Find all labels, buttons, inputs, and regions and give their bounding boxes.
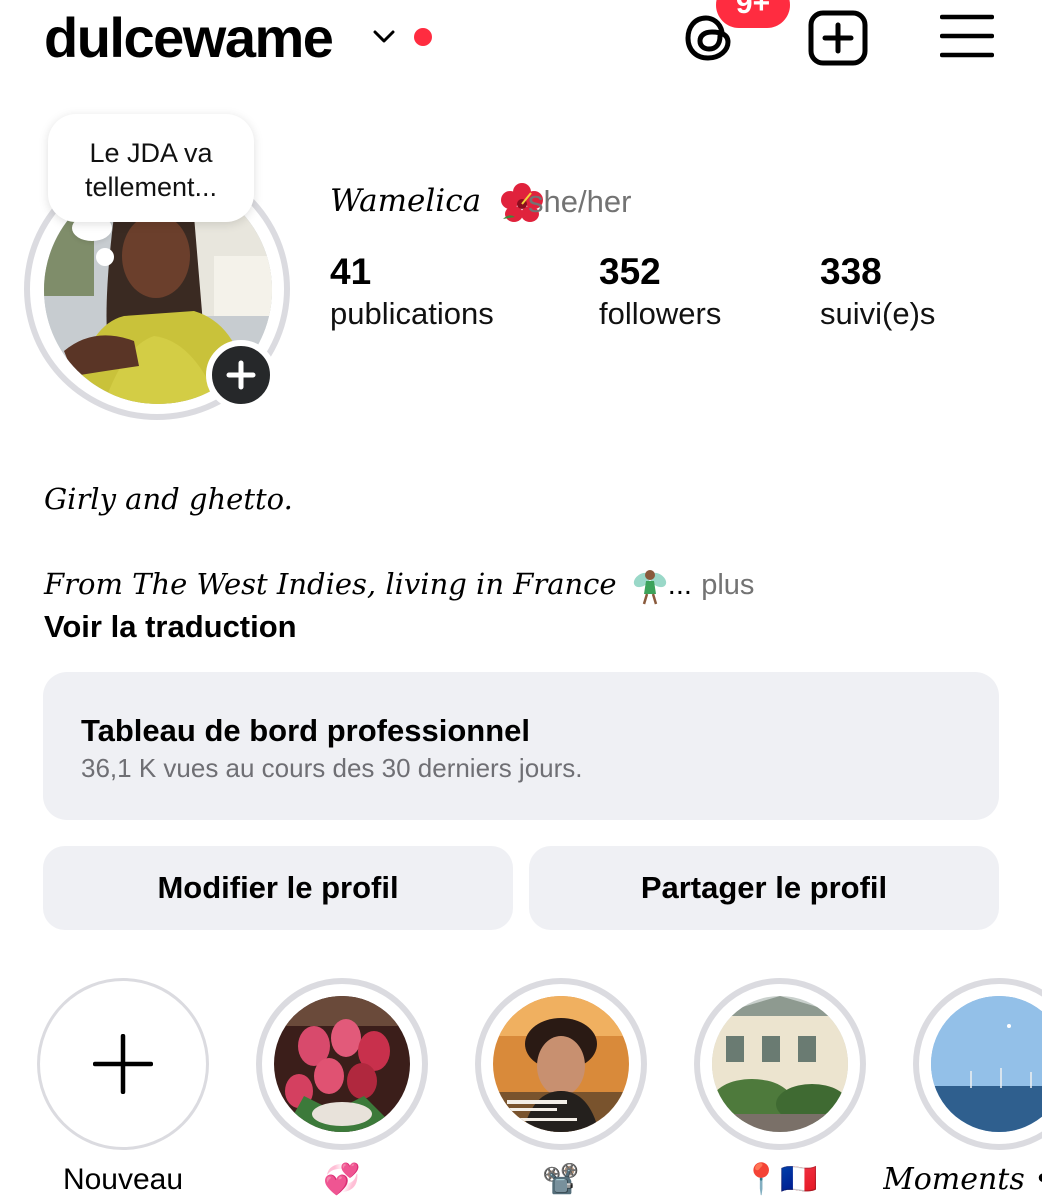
dashboard-subtitle: 36,1 K vues au cours des 30 derniers jou… <box>81 753 583 783</box>
highlight-label: Nouveau <box>62 1163 184 1196</box>
fairy-icon <box>633 570 666 605</box>
highlight-label: 💞 <box>323 1163 361 1196</box>
add-post-icon[interactable] <box>808 10 868 66</box>
stat-value: 41 <box>330 251 372 292</box>
top-bar: dulcewame 9+ <box>0 0 1042 80</box>
bio-ellipsis: ... <box>667 569 692 601</box>
note-text-line: Le JDA va <box>89 138 213 168</box>
highlight-cover <box>493 996 629 1132</box>
highlight-cover <box>274 996 410 1132</box>
highlight-label: Moments • <box>883 1162 1042 1197</box>
see-translation-link[interactable]: Voir la traduction <box>44 606 297 648</box>
dashboard-title: Tableau de bord professionnel <box>81 713 530 748</box>
stat-following[interactable]: 338 suivi(e)s <box>820 252 935 336</box>
notification-badge: 9+ <box>716 0 790 28</box>
stat-followers[interactable]: 352 followers <box>599 252 721 336</box>
share-profile-button[interactable]: Partager le profil <box>529 846 999 930</box>
stat-label: followers <box>599 296 722 331</box>
highlight-label: 📍🇫🇷 <box>742 1163 818 1196</box>
professional-dashboard[interactable]: Tableau de bord professionnel 36,1 K vue… <box>43 672 999 820</box>
stat-posts[interactable]: 41 publications <box>330 252 494 336</box>
bio-line: From The West Indies, living in France .… <box>44 563 754 606</box>
chevron-down-icon[interactable] <box>370 26 398 48</box>
stat-value: 338 <box>820 251 882 292</box>
menu-icon[interactable] <box>940 14 994 58</box>
stat-label: publications <box>330 296 494 331</box>
highlight-label: 📽️ <box>542 1163 580 1196</box>
bio-text: From The West Indies, living in France <box>44 567 617 601</box>
unread-dot <box>414 28 432 46</box>
display-name: Wamelica <box>330 180 543 223</box>
display-name-text: Wamelica <box>330 183 482 219</box>
note-bubble[interactable]: Le JDA va tellement... <box>48 114 254 222</box>
stat-label: suivi(e)s <box>820 296 936 331</box>
highlight-cover <box>712 996 848 1132</box>
note-bubble-tail <box>96 248 114 266</box>
plus-icon <box>93 1034 153 1094</box>
pronouns: she/her <box>528 184 632 219</box>
bio-line: Girly and ghetto. <box>44 482 293 516</box>
bio-more-link[interactable]: plus <box>701 569 754 601</box>
add-story-button[interactable] <box>206 340 276 410</box>
edit-profile-button[interactable]: Modifier le profil <box>43 846 513 930</box>
note-text-line: tellement... <box>84 172 218 202</box>
plus-icon <box>226 360 256 390</box>
username-switcher[interactable]: dulcewame <box>44 6 334 70</box>
stat-value: 352 <box>599 251 661 292</box>
